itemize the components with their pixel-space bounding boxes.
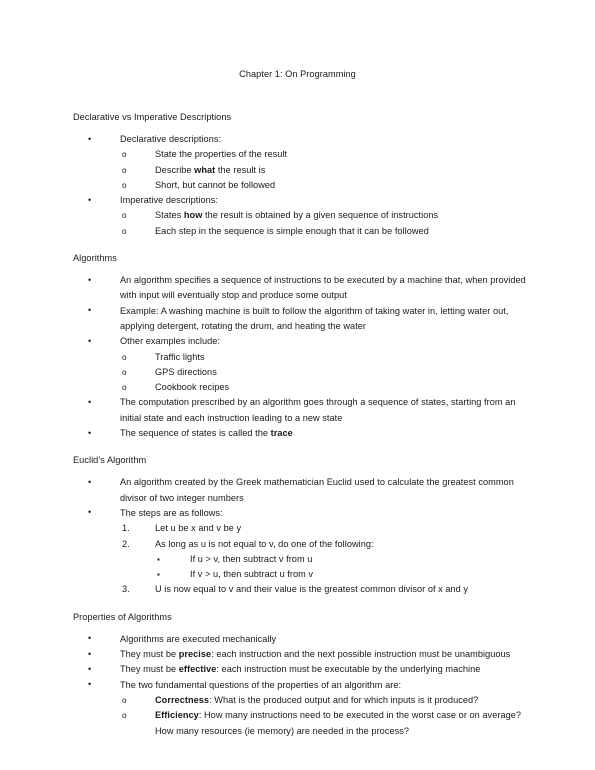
list-item-text: Traffic lights bbox=[155, 351, 205, 362]
list-item-text: Correctness: What is the produced output… bbox=[155, 694, 479, 705]
numbered-list-item: 3. U is now equal to v and their value is… bbox=[122, 582, 535, 597]
list-item-text: The steps are as follows: bbox=[120, 507, 223, 518]
sub-bullet-list-item: Correctness: What is the produced output… bbox=[122, 693, 535, 709]
sub-bullet-list-item: Cookbook recipes bbox=[122, 380, 535, 396]
list-number: 1. bbox=[122, 523, 130, 534]
list-item-text: Other examples include: bbox=[120, 336, 220, 347]
list-item-text: Imperative descriptions: bbox=[120, 195, 218, 206]
bullet-list-item: Example: A washing machine is built to f… bbox=[88, 303, 535, 335]
bullet-list-item: The two fundamental questions of the pro… bbox=[88, 677, 535, 693]
sub-sub-bullet-list-item: If u > v, then subtract v from u bbox=[157, 552, 535, 568]
outline-list: Declarative descriptions: State the prope… bbox=[73, 131, 535, 240]
outline-list: An algorithm created by the Greek mathem… bbox=[73, 475, 535, 597]
list-number: 2. bbox=[122, 538, 130, 549]
section-heading: Algorithms bbox=[73, 253, 117, 264]
sub-bullet-list-item: Traffic lights bbox=[122, 350, 535, 366]
sub-bullet-list-item: GPS directions bbox=[122, 365, 535, 381]
list-item-text: If v > u, then subtract u from v bbox=[190, 569, 314, 580]
list-item-text: Let u be x and v be y bbox=[155, 523, 242, 534]
list-item-text: An algorithm specifies a sequence of ins… bbox=[120, 275, 526, 301]
list-item-text: U is now equal to v and their value is t… bbox=[155, 584, 469, 595]
list-item-text: Describe what the result is bbox=[155, 164, 266, 175]
list-item-text: They must be effective: each instruction… bbox=[120, 664, 481, 675]
bullet-list-item: They must be precise: each instruction a… bbox=[88, 647, 535, 663]
bullet-list-item: The steps are as follows: bbox=[88, 505, 535, 521]
document-body: Declarative vs Imperative Descriptions De… bbox=[0, 111, 595, 739]
list-item-text: The sequence of states is called the tra… bbox=[120, 428, 293, 439]
list-item-text: Example: A washing machine is built to f… bbox=[120, 305, 509, 331]
section-heading: Euclid’s Algorithm bbox=[73, 455, 147, 466]
numbered-list-item: 2. As long as u is not equal to v, do one… bbox=[122, 537, 535, 552]
list-item-text: States how the result is obtained by a g… bbox=[155, 210, 439, 221]
list-item-text: The computation prescribed by an algorit… bbox=[120, 397, 516, 423]
bullet-list-item: Declarative descriptions: bbox=[88, 131, 535, 147]
list-item-text: Algorithms are executed mechanically bbox=[120, 633, 277, 644]
bullet-list-item: An algorithm created by the Greek mathem… bbox=[88, 475, 535, 506]
list-item-text: As long as u is not equal to v, do one o… bbox=[155, 538, 374, 549]
list-item-text: GPS directions bbox=[155, 366, 217, 377]
bullet-list-item: Imperative descriptions: bbox=[88, 193, 535, 209]
section-heading: Properties of Algorithms bbox=[73, 611, 172, 622]
sub-bullet-list-item: Each step in the sequence is simple enou… bbox=[122, 224, 535, 240]
list-number: 3. bbox=[122, 584, 130, 595]
list-item-text: Cookbook recipes bbox=[155, 382, 230, 393]
section-heading: Declarative vs Imperative Descriptions bbox=[73, 112, 232, 122]
outline-list: Algorithms are executed mechanically They… bbox=[73, 631, 535, 739]
list-item-text: They must be precise: each instruction a… bbox=[120, 649, 511, 660]
list-item-text: State the properties of the result bbox=[155, 149, 288, 160]
bullet-list-item: They must be effective: each instruction… bbox=[88, 662, 535, 678]
bullet-list-item: Algorithms are executed mechanically bbox=[88, 631, 535, 647]
bullet-list-item: An algorithm specifies a sequence of ins… bbox=[88, 273, 535, 304]
sub-bullet-list-item: Efficiency: How many instructions need t… bbox=[122, 708, 535, 739]
bullet-list-item: The sequence of states is called the tra… bbox=[88, 426, 535, 442]
document-page: Chapter 1: On Programming Declarative vs… bbox=[0, 0, 595, 770]
numbered-list-item: 1. Let u be x and v be y bbox=[122, 521, 535, 536]
list-item-text: An algorithm created by the Greek mathem… bbox=[120, 477, 514, 503]
list-item-text: Short, but cannot be followed bbox=[155, 179, 276, 190]
bullet-list-item: Other examples include: bbox=[88, 334, 535, 350]
bullet-list-item: The computation prescribed by an algorit… bbox=[88, 395, 535, 426]
list-item-text: Each step in the sequence is simple enou… bbox=[155, 225, 429, 236]
list-item-text: If u > v, then subtract v from u bbox=[190, 553, 313, 564]
sub-bullet-list-item: States how the result is obtained by a g… bbox=[122, 208, 535, 224]
sub-bullet-list-item: State the properties of the result bbox=[122, 147, 535, 163]
sub-sub-bullet-list-item: If v > u, then subtract u from v bbox=[157, 567, 535, 583]
document-title: Chapter 1: On Programming bbox=[239, 69, 356, 79]
list-item-text: Efficiency: How many instructions need t… bbox=[155, 710, 522, 736]
list-item-text: The two fundamental questions of the pro… bbox=[120, 679, 402, 690]
sub-bullet-list-item: Short, but cannot be followed bbox=[122, 178, 535, 194]
list-item-text: Declarative descriptions: bbox=[120, 134, 222, 144]
sub-bullet-list-item: Describe what the result is bbox=[122, 163, 535, 179]
outline-list: An algorithm specifies a sequence of ins… bbox=[73, 273, 535, 442]
